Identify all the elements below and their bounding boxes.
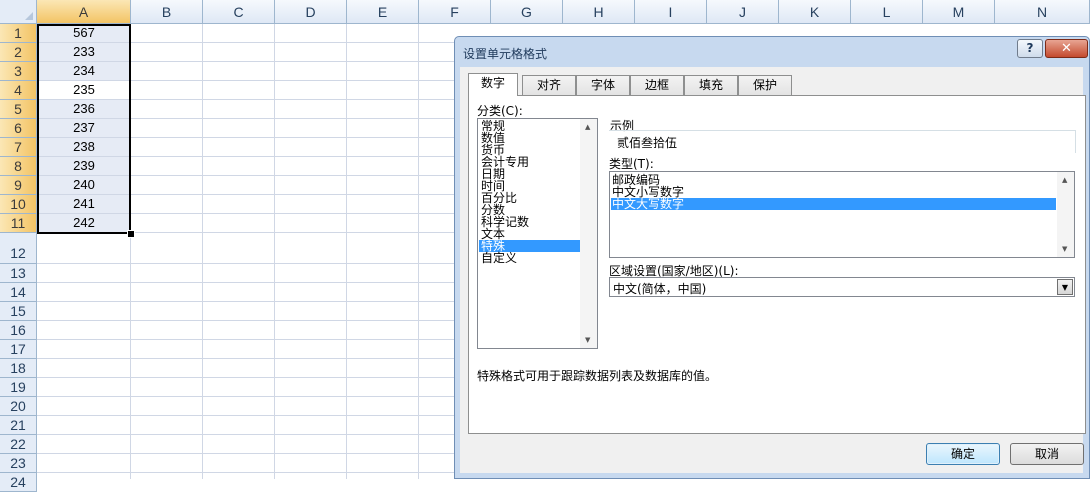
row-header[interactable]: 4: [0, 81, 37, 100]
category-scrollbar[interactable]: ▲ ▼: [580, 119, 597, 348]
row-header[interactable]: 8: [0, 157, 37, 176]
tab-number[interactable]: 数字: [468, 73, 518, 96]
select-all-corner[interactable]: [0, 0, 37, 24]
tab-fill[interactable]: 填充: [684, 75, 738, 95]
row-header[interactable]: 9: [0, 176, 37, 195]
type-label: 类型(T):: [609, 157, 654, 171]
row-header[interactable]: 11: [0, 214, 37, 233]
scroll-up-arrow-icon[interactable]: ▲: [1062, 176, 1067, 184]
row-header[interactable]: 20: [0, 397, 37, 416]
column-header-j[interactable]: J: [707, 0, 779, 24]
row-header[interactable]: 24: [0, 473, 37, 492]
column-header-e[interactable]: E: [347, 0, 419, 24]
column-header-h[interactable]: H: [563, 0, 635, 24]
tab-protection[interactable]: 保护: [738, 75, 792, 95]
column-header-n[interactable]: N: [995, 0, 1090, 24]
chevron-down-icon[interactable]: ▼: [1057, 279, 1073, 295]
column-header-i[interactable]: I: [635, 0, 707, 24]
fill-handle[interactable]: [127, 230, 135, 238]
scroll-up-arrow-icon[interactable]: ▲: [585, 123, 590, 131]
scroll-down-arrow-icon[interactable]: ▼: [1062, 245, 1067, 253]
row-header[interactable]: 16: [0, 321, 37, 340]
category-list[interactable]: 常规 数值 货币 会计专用 日期 时间 百分比 分数 科学记数 文本 特殊 自定…: [477, 118, 598, 349]
row-header[interactable]: 14: [0, 283, 37, 302]
row-header[interactable]: 21: [0, 416, 37, 435]
format-cells-dialog: 设置单元格格式 ? ✕ 数字 对齐 字体 边框 填充 保护 分类(C): 常规 …: [454, 36, 1090, 479]
row-header[interactable]: 22: [0, 435, 37, 454]
ok-button[interactable]: 确定: [926, 443, 1000, 465]
column-header-f[interactable]: F: [419, 0, 491, 24]
row-header[interactable]: 12: [0, 233, 37, 264]
close-button[interactable]: ✕: [1045, 39, 1088, 58]
tab-font[interactable]: 字体: [576, 75, 630, 95]
row-header[interactable]: 7: [0, 138, 37, 157]
tab-alignment[interactable]: 对齐: [522, 75, 576, 95]
scroll-down-arrow-icon[interactable]: ▼: [585, 336, 590, 344]
row-header[interactable]: 23: [0, 454, 37, 473]
cancel-button[interactable]: 取消: [1010, 443, 1084, 465]
column-header-b[interactable]: B: [131, 0, 203, 24]
column-header-d[interactable]: D: [275, 0, 347, 24]
row-header[interactable]: 18: [0, 359, 37, 378]
locale-value: 中文(简体，中国): [613, 282, 707, 296]
column-header-c[interactable]: C: [203, 0, 275, 24]
column-header-m[interactable]: M: [923, 0, 995, 24]
help-button[interactable]: ?: [1017, 39, 1043, 58]
row-header[interactable]: 2: [0, 43, 37, 62]
category-item[interactable]: 自定义: [481, 252, 517, 264]
row-header[interactable]: 17: [0, 340, 37, 359]
locale-select[interactable]: 中文(简体，中国) ▼: [609, 277, 1075, 297]
column-header-a[interactable]: A: [37, 0, 131, 24]
row-header[interactable]: 10: [0, 195, 37, 214]
selection-border: [37, 24, 131, 234]
row-header[interactable]: 13: [0, 264, 37, 283]
sample-frame: [609, 130, 1076, 153]
tab-border[interactable]: 边框: [630, 75, 684, 95]
column-header-k[interactable]: K: [779, 0, 851, 24]
sample-value: 贰佰叁拾伍: [617, 136, 678, 150]
type-scrollbar[interactable]: ▲ ▼: [1057, 172, 1074, 257]
type-item-selected[interactable]: 中文大写数字: [611, 198, 1056, 210]
row-header[interactable]: 1: [0, 24, 37, 43]
row-header[interactable]: 5: [0, 100, 37, 119]
category-label: 分类(C):: [477, 104, 523, 118]
dialog-title: 设置单元格格式: [463, 47, 548, 61]
row-header[interactable]: 3: [0, 62, 37, 81]
column-header-l[interactable]: L: [851, 0, 923, 24]
type-list[interactable]: 邮政编码 中文小写数字 中文大写数字 ▲ ▼: [609, 171, 1075, 258]
column-header-g[interactable]: G: [491, 0, 563, 24]
row-header[interactable]: 19: [0, 378, 37, 397]
format-description: 特殊格式可用于跟踪数据列表及数据库的值。: [477, 369, 718, 383]
row-header[interactable]: 15: [0, 302, 37, 321]
row-header[interactable]: 6: [0, 119, 37, 138]
